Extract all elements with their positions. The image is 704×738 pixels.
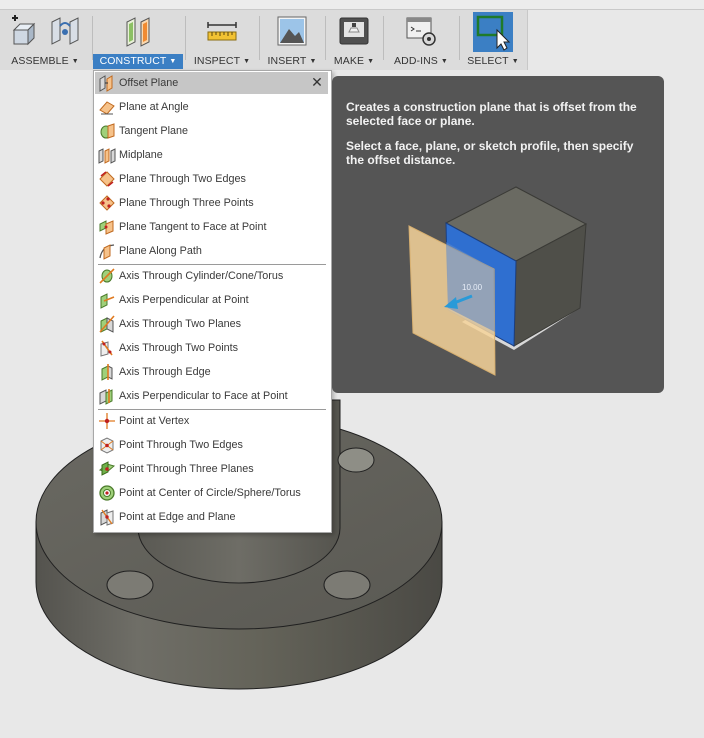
menu-item-tangent-plane[interactable]: Tangent Plane bbox=[95, 120, 328, 142]
point-at-vertex-icon bbox=[99, 413, 115, 429]
design-toolbar: ASSEMBLE ▼ CONSTRUCT ▼ INSPECT ▼ INSERT … bbox=[0, 10, 528, 70]
menu-item-point-at-vertex[interactable]: Point at Vertex bbox=[95, 410, 328, 432]
select-cursor-icon[interactable] bbox=[473, 12, 513, 52]
menu-item-plane-at-angle[interactable]: Plane at Angle bbox=[95, 96, 328, 118]
tangent-plane-icon bbox=[100, 123, 115, 139]
toolbar-group-add-ins[interactable]: ADD-INS ▼ bbox=[384, 10, 458, 70]
menu-item-point-two-edges[interactable]: Point Through Two Edges bbox=[95, 434, 328, 456]
toolbar-label-add-ins: ADD-INS bbox=[394, 55, 438, 67]
menu-item-plane-three-points[interactable]: Plane Through Three Points bbox=[95, 192, 328, 214]
menu-item-axis-two-points[interactable]: Axis Through Two Points bbox=[95, 337, 328, 359]
menu-item-label: Point at Edge and Plane bbox=[119, 511, 236, 523]
menu-item-axis-through-edge[interactable]: Axis Through Edge bbox=[95, 361, 328, 383]
menu-item-label: Plane Tangent to Face at Point bbox=[119, 221, 267, 233]
menu-item-axis-cylinder[interactable]: Axis Through Cylinder/Cone/Torus bbox=[95, 265, 328, 287]
menu-item-offset-plane[interactable]: Offset Plane ✕ bbox=[95, 72, 328, 94]
plane-along-path-icon bbox=[99, 244, 115, 260]
chevron-down-icon: ▼ bbox=[169, 58, 177, 65]
point-edge-plane-icon bbox=[100, 509, 114, 526]
menu-item-midplane[interactable]: Midplane bbox=[95, 144, 328, 166]
menu-item-label: Plane Through Three Points bbox=[119, 197, 254, 209]
close-icon[interactable]: ✕ bbox=[310, 75, 324, 89]
menu-item-label: Plane Along Path bbox=[119, 245, 202, 257]
menu-item-label: Offset Plane bbox=[119, 77, 179, 89]
axis-two-planes-icon bbox=[99, 315, 115, 333]
toolbar-label-inspect: INSPECT bbox=[193, 55, 241, 67]
axis-through-edge-icon bbox=[101, 364, 113, 381]
menu-item-label: Axis Through Edge bbox=[119, 366, 211, 378]
offset-distance-label: 10.00 bbox=[462, 283, 483, 292]
chevron-down-icon: ▼ bbox=[71, 58, 79, 65]
plane-three-points-icon bbox=[99, 195, 115, 211]
toolbar-group-inspect[interactable]: INSPECT ▼ bbox=[186, 10, 258, 70]
toolbar-label-select: SELECT bbox=[467, 55, 509, 67]
plane-tangent-face-point-icon bbox=[99, 220, 114, 235]
menu-item-label: Axis Perpendicular at Point bbox=[119, 294, 249, 306]
construct-plane-icon[interactable] bbox=[121, 14, 155, 48]
point-two-edges-icon bbox=[100, 437, 114, 454]
axis-two-points-icon bbox=[100, 340, 113, 357]
toolbar-group-assemble[interactable]: ASSEMBLE ▼ bbox=[0, 10, 90, 70]
3d-print-icon[interactable] bbox=[337, 14, 371, 48]
plane-at-angle-icon bbox=[99, 101, 115, 115]
midplane-icon bbox=[98, 148, 116, 164]
menu-item-label: Plane at Angle bbox=[119, 101, 189, 113]
point-three-planes-icon bbox=[98, 461, 116, 476]
menu-item-axis-perpendicular-point[interactable]: Axis Perpendicular at Point bbox=[95, 289, 328, 311]
menu-item-label: Point at Vertex bbox=[119, 415, 190, 427]
toolbar-group-make[interactable]: MAKE ▼ bbox=[326, 10, 382, 70]
point-center-circle-icon bbox=[99, 485, 115, 501]
menu-item-label: Tangent Plane bbox=[119, 125, 189, 137]
menu-item-plane-two-edges[interactable]: Plane Through Two Edges bbox=[95, 168, 328, 190]
chevron-down-icon: ▼ bbox=[440, 58, 448, 65]
toolbar-label-construct: CONSTRUCT bbox=[99, 55, 167, 67]
menu-item-label: Axis Through Two Planes bbox=[119, 318, 242, 330]
construct-menu: Offset Plane ✕ Plane at Angle Tangent Pl… bbox=[93, 70, 332, 533]
menu-item-label: Point Through Two Edges bbox=[119, 439, 243, 451]
toolbar-group-construct[interactable]: CONSTRUCT ▼ bbox=[93, 10, 183, 70]
menu-item-point-three-planes[interactable]: Point Through Three Planes bbox=[95, 458, 328, 480]
offset-plane-tooltip: Creates a construction plane that is off… bbox=[332, 76, 664, 393]
toolbar-label-assemble: ASSEMBLE bbox=[11, 55, 69, 67]
plane-two-edges-icon bbox=[99, 171, 115, 187]
menu-item-point-edge-plane[interactable]: Point at Edge and Plane bbox=[95, 506, 328, 528]
chevron-down-icon: ▼ bbox=[243, 58, 251, 65]
menu-item-plane-along-path[interactable]: Plane Along Path bbox=[95, 240, 328, 262]
axis-cylinder-icon bbox=[99, 268, 115, 284]
axis-perpendicular-point-icon bbox=[100, 293, 115, 309]
menu-item-plane-tangent-face-point[interactable]: Plane Tangent to Face at Point bbox=[95, 216, 328, 238]
chevron-down-icon: ▼ bbox=[309, 58, 317, 65]
chevron-down-icon: ▼ bbox=[511, 58, 519, 65]
toolbar-label-make: MAKE bbox=[333, 55, 365, 67]
axis-perpendicular-face-icon bbox=[99, 389, 113, 405]
toolbar-group-insert[interactable]: INSERT ▼ bbox=[260, 10, 324, 70]
menu-item-label: Midplane bbox=[119, 149, 163, 161]
menu-item-point-center-circle[interactable]: Point at Center of Circle/Sphere/Torus bbox=[95, 482, 328, 504]
insert-image-icon[interactable] bbox=[275, 14, 309, 48]
menu-item-label: Axis Through Cylinder/Cone/Torus bbox=[119, 270, 284, 282]
joint-icon[interactable] bbox=[48, 14, 82, 48]
new-component-icon[interactable] bbox=[8, 14, 42, 48]
measure-ruler-icon[interactable] bbox=[205, 14, 239, 48]
menu-item-label: Axis Through Two Points bbox=[119, 342, 239, 354]
menu-item-label: Axis Perpendicular to Face at Point bbox=[119, 390, 288, 402]
offset-plane-illustration: 10.00 bbox=[408, 186, 588, 376]
menu-item-label: Point Through Three Planes bbox=[119, 463, 254, 475]
menu-item-label: Point at Center of Circle/Sphere/Torus bbox=[119, 487, 301, 499]
toolbar-label-insert: INSERT bbox=[267, 55, 307, 67]
menu-item-axis-two-planes[interactable]: Axis Through Two Planes bbox=[95, 313, 328, 335]
toolbar-group-select[interactable]: SELECT ▼ bbox=[460, 10, 526, 70]
menu-item-label: Plane Through Two Edges bbox=[119, 173, 246, 185]
offset-plane-icon bbox=[99, 75, 113, 92]
chevron-down-icon: ▼ bbox=[367, 58, 375, 65]
scripts-gear-icon[interactable] bbox=[404, 14, 438, 48]
menu-item-axis-perpendicular-face[interactable]: Axis Perpendicular to Face at Point bbox=[95, 385, 328, 407]
